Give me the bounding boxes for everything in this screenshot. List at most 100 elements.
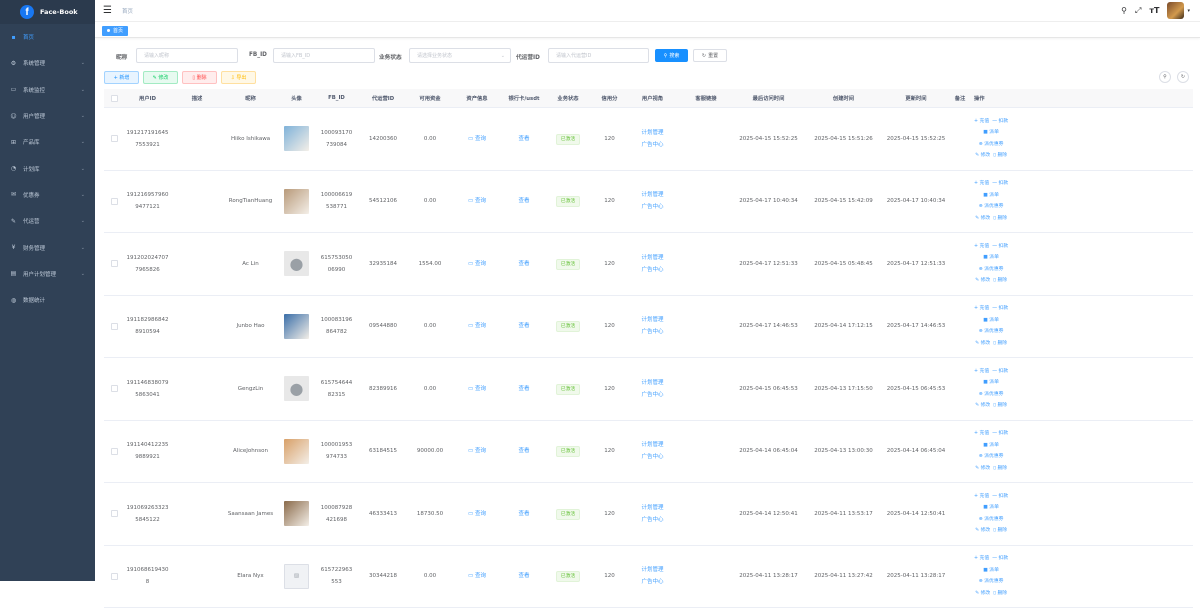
dispatch-order-button[interactable]: ■ 派单	[974, 190, 1008, 202]
dispatch-coupon-button[interactable]: ⊕ 派优惠券	[974, 389, 1008, 401]
dispatch-order-button[interactable]: ■ 派单	[974, 440, 1008, 452]
sidebar-item-7[interactable]: ✎代运营⌄	[0, 208, 95, 234]
plan-management-link[interactable]: 计划管理	[629, 252, 676, 264]
caret-down-icon[interactable]: ▾	[1187, 8, 1190, 14]
row-checkbox[interactable]	[111, 323, 118, 330]
ad-center-link[interactable]: 广告中心	[629, 139, 676, 151]
add-button[interactable]: + 新增	[104, 71, 139, 84]
app-logo[interactable]: f Face-Book	[0, 0, 95, 24]
recharge-button[interactable]: + 充值	[974, 244, 989, 249]
row-checkbox[interactable]	[111, 573, 118, 580]
recharge-button[interactable]: + 充值	[974, 306, 989, 311]
recharge-button[interactable]: + 充值	[974, 431, 989, 436]
row-checkbox[interactable]	[111, 135, 118, 142]
plan-management-link[interactable]: 计划管理	[629, 502, 676, 514]
sidebar-item-6[interactable]: ✉优惠券⌄	[0, 182, 95, 208]
ad-center-link[interactable]: 广告中心	[629, 514, 676, 526]
bank-view-link[interactable]: 查看	[518, 198, 529, 204]
asset-query-link[interactable]: ▭ 查询	[468, 261, 486, 267]
row-edit-button[interactable]: ✎ 修改	[975, 216, 990, 221]
ad-center-link[interactable]: 广告中心	[629, 326, 676, 338]
row-edit-button[interactable]: ✎ 修改	[975, 528, 990, 533]
dispatch-order-button[interactable]: ■ 派单	[974, 377, 1008, 389]
asset-query-link[interactable]: ▭ 查询	[468, 136, 486, 142]
select-all-checkbox[interactable]	[111, 95, 118, 102]
asset-query-link[interactable]: ▭ 查询	[468, 448, 486, 454]
fbid-input[interactable]: 请输入FB_ID	[273, 48, 375, 63]
plan-management-link[interactable]: 计划管理	[629, 314, 676, 326]
dispatch-order-button[interactable]: ■ 派单	[974, 502, 1008, 514]
dispatch-order-button[interactable]: ■ 派单	[974, 315, 1008, 327]
plan-management-link[interactable]: 计划管理	[629, 377, 676, 389]
row-checkbox[interactable]	[111, 448, 118, 455]
dispatch-coupon-button[interactable]: ⊕ 派优惠券	[974, 451, 1008, 463]
edit-button[interactable]: ✎ 修改	[143, 71, 178, 84]
plan-management-link[interactable]: 计划管理	[629, 189, 676, 201]
bank-view-link[interactable]: 查看	[518, 386, 529, 392]
dispatch-coupon-button[interactable]: ⊕ 派优惠券	[974, 514, 1008, 526]
breadcrumb[interactable]: 首页	[122, 7, 133, 15]
deduct-button[interactable]: 一 扣款	[992, 556, 1008, 561]
sidebar-item-10[interactable]: ◍数据统计	[0, 287, 95, 313]
bank-view-link[interactable]: 查看	[518, 448, 529, 454]
row-delete-button[interactable]: ▯ 删除	[993, 466, 1007, 471]
bank-view-link[interactable]: 查看	[518, 573, 529, 579]
dispatch-order-button[interactable]: ■ 派单	[974, 252, 1008, 264]
refresh-icon[interactable]: ↻	[1177, 71, 1189, 83]
sidebar-item-2[interactable]: ▭系统监控⌄	[0, 77, 95, 103]
row-edit-button[interactable]: ✎ 修改	[975, 153, 990, 158]
asset-query-link[interactable]: ▭ 查询	[468, 573, 486, 579]
recharge-button[interactable]: + 充值	[974, 119, 989, 124]
bank-view-link[interactable]: 查看	[518, 323, 529, 329]
row-delete-button[interactable]: ▯ 删除	[993, 528, 1007, 533]
dispatch-coupon-button[interactable]: ⊕ 派优惠券	[974, 576, 1008, 588]
row-edit-button[interactable]: ✎ 修改	[975, 403, 990, 408]
ad-center-link[interactable]: 广告中心	[629, 389, 676, 401]
nickname-input[interactable]: 请输入昵称	[136, 48, 238, 63]
delete-button[interactable]: ▯ 删除	[182, 71, 217, 84]
font-size-icon[interactable]: ᴛT	[1149, 6, 1159, 15]
deduct-button[interactable]: 一 扣款	[992, 119, 1008, 124]
row-checkbox[interactable]	[111, 385, 118, 392]
dispatch-order-button[interactable]: ■ 派单	[974, 127, 1008, 139]
row-checkbox[interactable]	[111, 510, 118, 517]
agentid-input[interactable]: 请输入代运营ID	[548, 48, 649, 63]
dispatch-coupon-button[interactable]: ⊕ 派优惠券	[974, 264, 1008, 276]
ad-center-link[interactable]: 广告中心	[629, 451, 676, 463]
row-delete-button[interactable]: ▯ 删除	[993, 341, 1007, 346]
recharge-button[interactable]: + 充值	[974, 494, 989, 499]
asset-query-link[interactable]: ▭ 查询	[468, 511, 486, 517]
recharge-button[interactable]: + 充值	[974, 369, 989, 374]
deduct-button[interactable]: 一 扣款	[992, 494, 1008, 499]
dispatch-coupon-button[interactable]: ⊕ 派优惠券	[974, 139, 1008, 151]
row-edit-button[interactable]: ✎ 修改	[975, 278, 990, 283]
row-delete-button[interactable]: ▯ 删除	[993, 278, 1007, 283]
row-delete-button[interactable]: ▯ 删除	[993, 216, 1007, 221]
toggle-search-icon[interactable]: ⚲	[1159, 71, 1171, 83]
sidebar-item-9[interactable]: ▤用户计划管理⌄	[0, 261, 95, 287]
sidebar-item-1[interactable]: ⚙系统管理⌄	[0, 50, 95, 76]
ad-center-link[interactable]: 广告中心	[629, 264, 676, 276]
ad-center-link[interactable]: 广告中心	[629, 201, 676, 213]
asset-query-link[interactable]: ▭ 查询	[468, 198, 486, 204]
tag-home[interactable]: 首页	[102, 26, 128, 36]
status-select[interactable]: 请选择业务状态 ⌄	[409, 48, 511, 63]
row-delete-button[interactable]: ▯ 删除	[993, 403, 1007, 408]
bank-view-link[interactable]: 查看	[518, 261, 529, 267]
sidebar-item-0[interactable]: ▪首页	[0, 24, 95, 50]
plan-management-link[interactable]: 计划管理	[629, 439, 676, 451]
sidebar-item-4[interactable]: ⊞产品库⌄	[0, 129, 95, 155]
row-edit-button[interactable]: ✎ 修改	[975, 591, 990, 596]
sidebar-item-3[interactable]: ☺用户管理⌄	[0, 103, 95, 129]
plan-management-link[interactable]: 计划管理	[629, 564, 676, 576]
dispatch-coupon-button[interactable]: ⊕ 派优惠券	[974, 201, 1008, 213]
dispatch-order-button[interactable]: ■ 派单	[974, 565, 1008, 577]
bank-view-link[interactable]: 查看	[518, 136, 529, 142]
row-edit-button[interactable]: ✎ 修改	[975, 466, 990, 471]
asset-query-link[interactable]: ▭ 查询	[468, 386, 486, 392]
user-avatar[interactable]	[1167, 2, 1184, 19]
sidebar-item-5[interactable]: ◔计划库⌄	[0, 155, 95, 181]
deduct-button[interactable]: 一 扣款	[992, 431, 1008, 436]
recharge-button[interactable]: + 充值	[974, 556, 989, 561]
row-checkbox[interactable]	[111, 260, 118, 267]
